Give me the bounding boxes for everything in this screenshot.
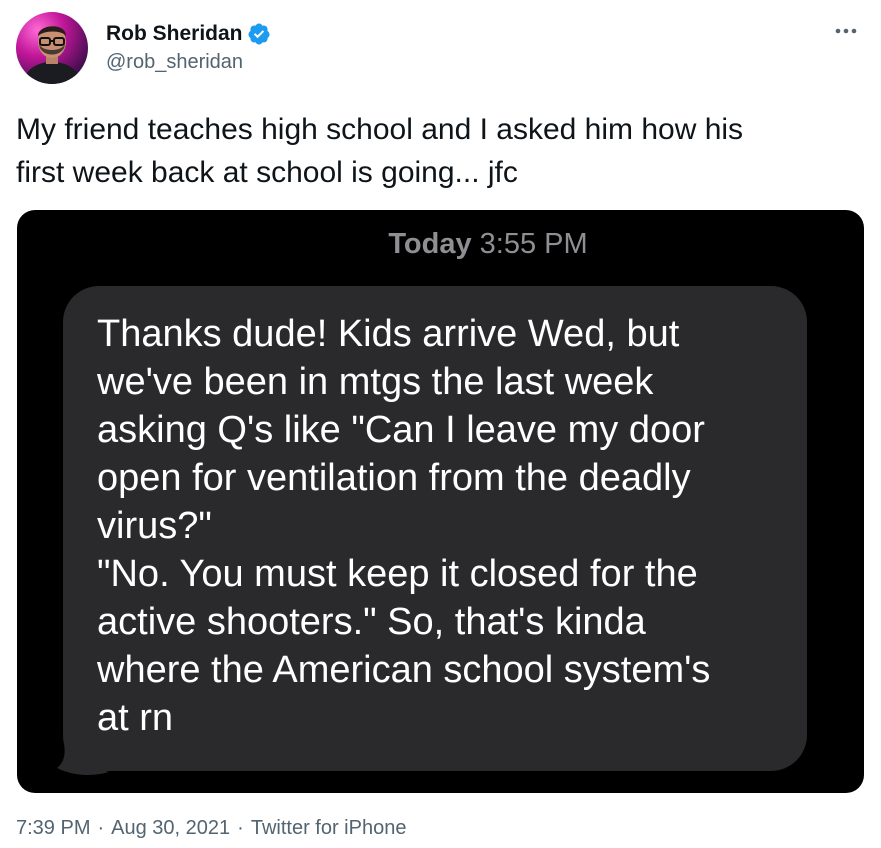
tweet-meta: 7:39 PM · Aug 30, 2021 · Twitter for iPh… bbox=[16, 815, 406, 841]
message-bubble-tail bbox=[57, 738, 109, 775]
tweet: Rob Sheridan @rob_sheridan My friend tea… bbox=[0, 0, 881, 848]
message-text: Thanks dude! Kids arrive Wed, but we've … bbox=[97, 313, 711, 739]
tweet-text: My friend teaches high school and I aske… bbox=[16, 113, 744, 189]
timestamp-time: 3:55 PM bbox=[479, 228, 588, 260]
verified-badge-icon bbox=[247, 22, 271, 46]
display-name-row: Rob Sheridan bbox=[106, 21, 271, 47]
timestamp-day: Today bbox=[388, 228, 472, 260]
meta-separator: · bbox=[97, 817, 105, 839]
tweet-source[interactable]: Twitter for iPhone bbox=[251, 815, 407, 841]
tweet-date[interactable]: Aug 30, 2021 bbox=[111, 815, 230, 841]
meta-separator: · bbox=[237, 817, 244, 839]
tweet-media-image[interactable]: Today 3:55 PM Thanks dude! Kids arrive W… bbox=[17, 210, 864, 793]
tweet-time[interactable]: 7:39 PM bbox=[16, 815, 90, 841]
avatar[interactable] bbox=[16, 12, 88, 84]
display-name[interactable]: Rob Sheridan bbox=[106, 21, 243, 47]
author-names: Rob Sheridan @rob_sheridan bbox=[106, 21, 271, 75]
tweet-header: Rob Sheridan @rob_sheridan bbox=[16, 12, 271, 84]
avatar-image bbox=[22, 26, 82, 84]
message-timestamp: Today 3:55 PM bbox=[17, 226, 864, 262]
more-horizontal-icon[interactable] bbox=[833, 18, 859, 44]
author-handle[interactable]: @rob_sheridan bbox=[106, 49, 271, 75]
